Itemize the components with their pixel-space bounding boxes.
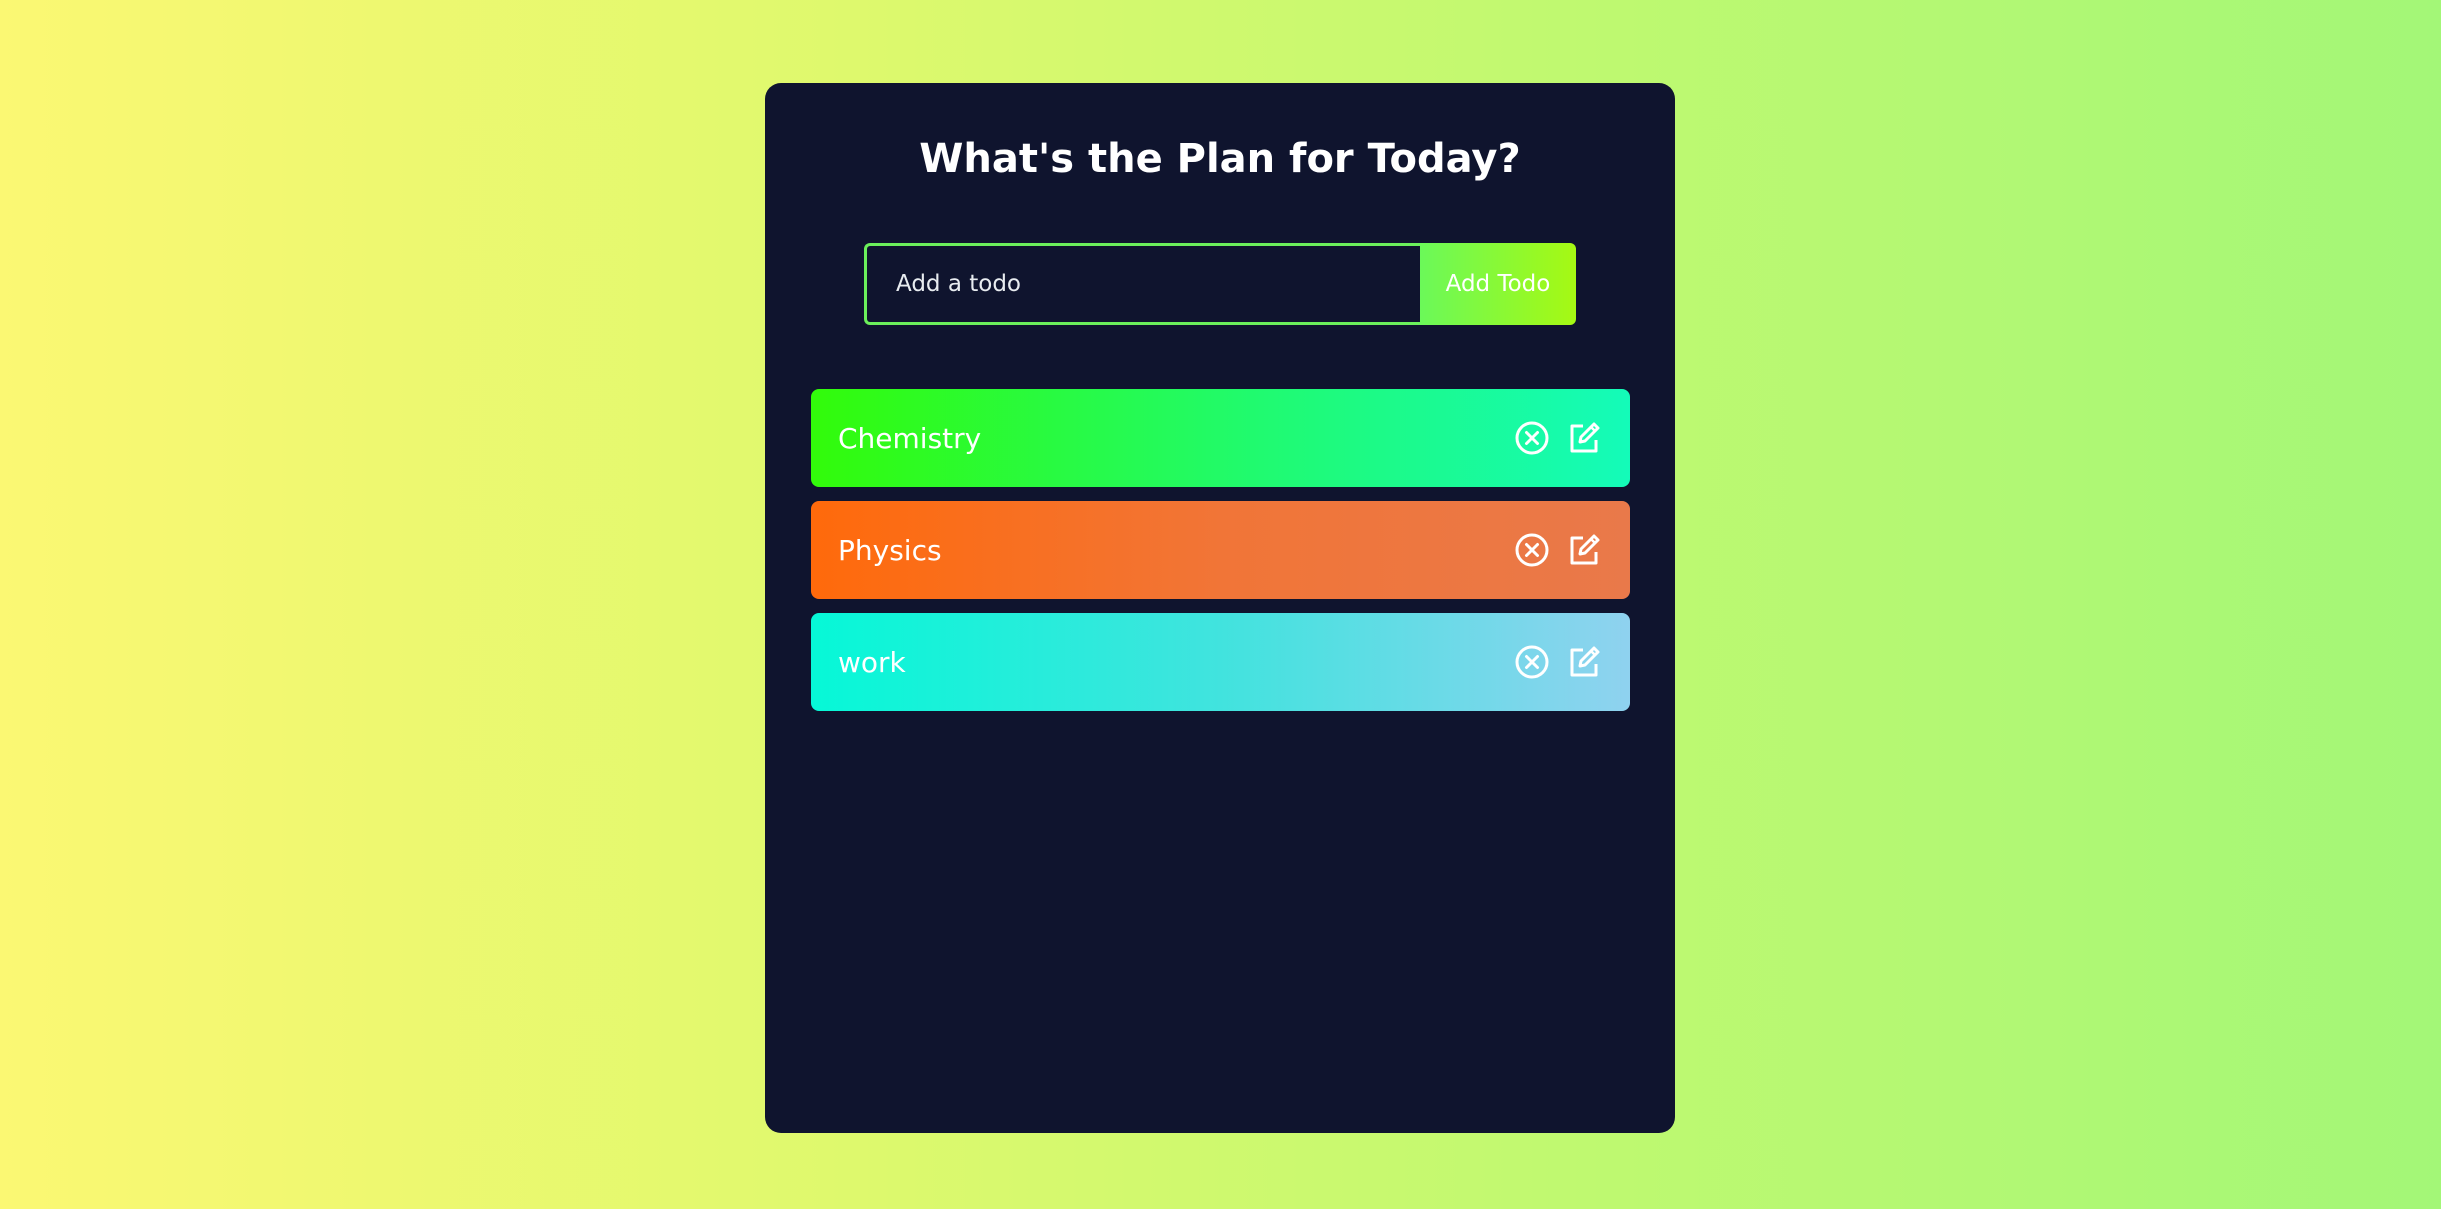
close-circle-icon[interactable] bbox=[1514, 644, 1550, 680]
todo-item-text[interactable]: Physics bbox=[838, 534, 942, 567]
close-circle-icon[interactable] bbox=[1514, 532, 1550, 568]
add-todo-button[interactable]: Add Todo bbox=[1420, 243, 1576, 325]
todo-list: Chemistry Physics work bbox=[811, 389, 1630, 725]
edit-icon[interactable] bbox=[1566, 644, 1602, 680]
todo-item: Physics bbox=[811, 501, 1630, 599]
todo-item: work bbox=[811, 613, 1630, 711]
todo-item-actions bbox=[1514, 532, 1602, 568]
close-circle-icon[interactable] bbox=[1514, 420, 1550, 456]
todo-form: Add Todo bbox=[864, 243, 1576, 325]
todo-item-text[interactable]: work bbox=[838, 646, 906, 679]
todo-item-text[interactable]: Chemistry bbox=[838, 422, 981, 455]
todo-input[interactable] bbox=[864, 243, 1420, 325]
edit-icon[interactable] bbox=[1566, 532, 1602, 568]
edit-icon[interactable] bbox=[1566, 420, 1602, 456]
page-title: What's the Plan for Today? bbox=[919, 136, 1521, 182]
todo-item: Chemistry bbox=[811, 389, 1630, 487]
todo-app: What's the Plan for Today? Add Todo Chem… bbox=[765, 83, 1675, 1133]
todo-item-actions bbox=[1514, 420, 1602, 456]
todo-item-actions bbox=[1514, 644, 1602, 680]
